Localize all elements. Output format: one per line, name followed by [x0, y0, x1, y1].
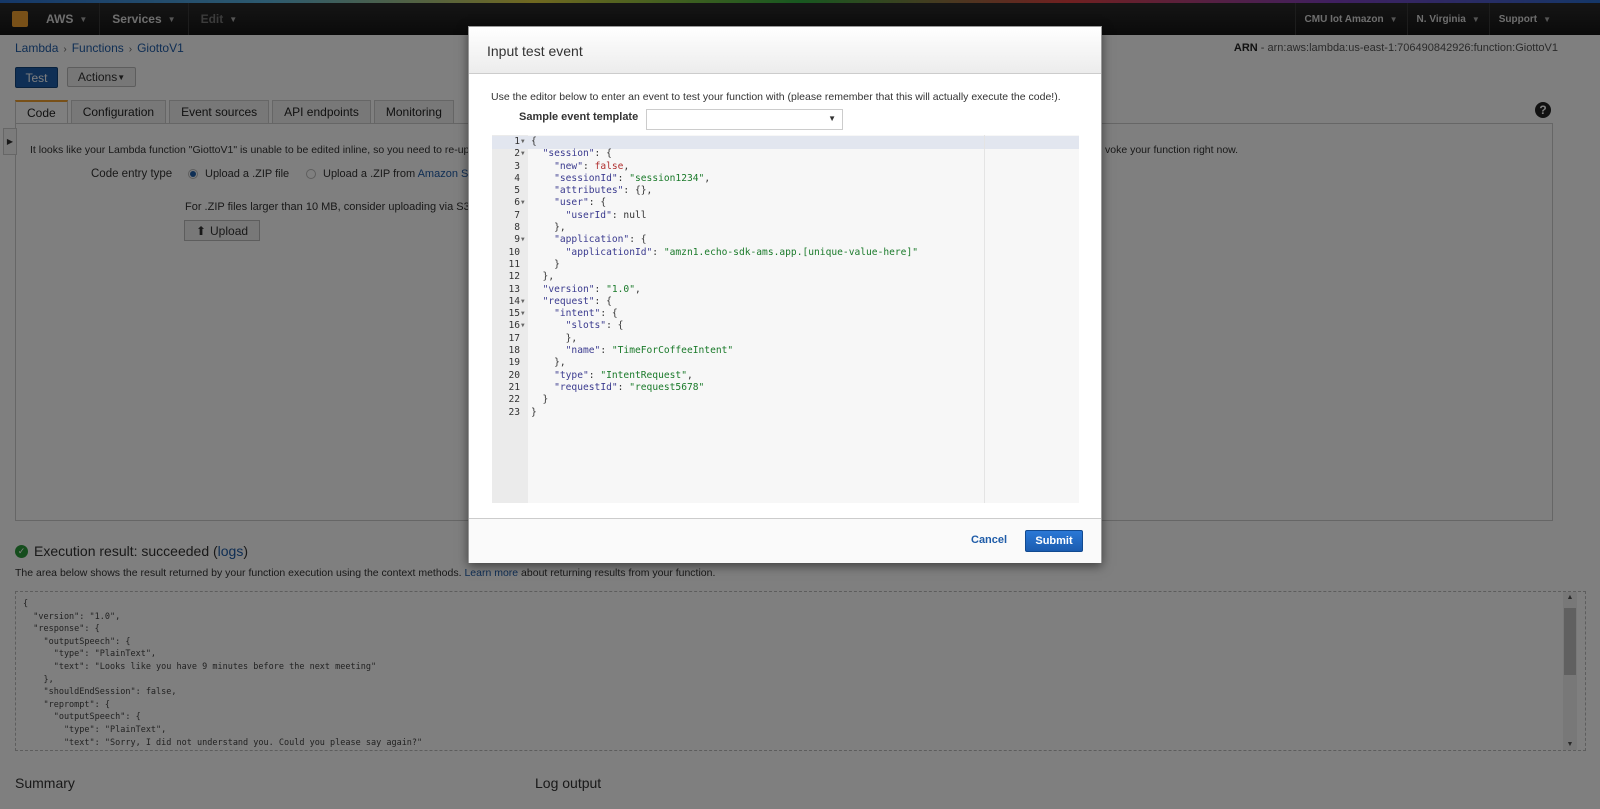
line-number: 9	[514, 234, 520, 246]
code-text: }	[531, 394, 549, 406]
line-number: 11	[508, 258, 520, 270]
line-number: 15	[508, 308, 520, 320]
code-text: "requestId": "request5678"	[554, 381, 705, 393]
line-number: 18	[508, 345, 520, 357]
line-number: 12	[508, 271, 520, 283]
code-text: },	[531, 332, 578, 344]
line-number: 20	[508, 369, 520, 381]
line-number: 17	[508, 332, 520, 344]
line-number: 6	[514, 197, 520, 209]
line-number: 23	[508, 406, 520, 418]
code-line: 15 ▼ "intent": {	[492, 308, 1079, 320]
code-text: },	[531, 222, 566, 234]
code-text: {	[531, 136, 537, 147]
code-text: "attributes": {},	[554, 185, 653, 197]
fold-arrow-icon[interactable]: ▼	[521, 197, 525, 209]
code-line: 14 ▼ "request": {	[492, 296, 1079, 308]
code-lines: 1 ▼{2 ▼ "session": {3 "new": false, 4 "sess…	[492, 136, 1079, 419]
code-text: "intent": {	[554, 308, 618, 320]
line-number: 19	[508, 357, 520, 369]
line-number: 22	[508, 394, 520, 406]
fold-arrow-icon[interactable]: ▼	[521, 148, 525, 160]
code-text: "type": "IntentRequest",	[554, 369, 693, 381]
code-line: 3 "new": false,	[492, 161, 1079, 173]
code-line: 2 ▼ "session": {	[492, 148, 1079, 160]
line-number: 3	[514, 160, 520, 172]
code-line: 20 "type": "IntentRequest",	[492, 370, 1079, 382]
code-line: 5 "attributes": {},	[492, 185, 1079, 197]
code-line: 21 "requestId": "request5678"	[492, 382, 1079, 394]
line-number: 5	[514, 185, 520, 197]
line-number: 16	[508, 320, 520, 332]
code-text: },	[531, 357, 566, 369]
modal-description: Use the editor below to enter an event t…	[491, 91, 1061, 103]
code-line: 13 "version": "1.0",	[492, 284, 1079, 296]
code-line: 12 },	[492, 271, 1079, 283]
line-number: 1	[514, 136, 520, 147]
modal-footer: Cancel Submit	[469, 518, 1101, 563]
submit-button[interactable]: Submit	[1025, 530, 1083, 552]
code-line: 16 ▼ "slots": {	[492, 320, 1079, 332]
line-number: 2	[514, 148, 520, 160]
input-test-event-modal: Input test event Use the editor below to…	[468, 26, 1102, 563]
code-text: "session": {	[542, 148, 612, 160]
code-line: 19 },	[492, 357, 1079, 369]
code-line: 22 }	[492, 394, 1079, 406]
code-text: "request": {	[542, 295, 612, 307]
fold-arrow-icon[interactable]: ▼	[521, 136, 525, 148]
code-line: 1 ▼ {	[492, 136, 1079, 148]
code-text: "applicationId": "amzn1.echo-sdk-ams.app…	[565, 246, 919, 258]
code-text: "sessionId": "session1234",	[554, 172, 711, 184]
code-line: 17 },	[492, 333, 1079, 345]
code-text: "version": "1.0",	[542, 283, 641, 295]
code-text: }	[531, 406, 537, 418]
code-text: },	[531, 271, 555, 283]
sample-template-select[interactable]: ▼	[646, 109, 843, 130]
code-line: 6 ▼ "user": {	[492, 197, 1079, 209]
modal-title: Input test event	[469, 27, 1101, 74]
code-line: 8 },	[492, 222, 1079, 234]
code-text: "slots": {	[565, 320, 624, 332]
fold-arrow-icon[interactable]: ▼	[521, 308, 525, 320]
fold-arrow-icon[interactable]: ▼	[521, 234, 525, 246]
cancel-button[interactable]: Cancel	[971, 534, 1007, 546]
line-number: 7	[514, 209, 520, 221]
line-number: 8	[514, 222, 520, 234]
line-number: 21	[508, 381, 520, 393]
code-line: 9 ▼ "application": {	[492, 234, 1079, 246]
code-text: "userId": null	[565, 209, 647, 221]
code-line: 7 "userId": null	[492, 210, 1079, 222]
line-number: 10	[508, 246, 520, 258]
code-text: "application": {	[554, 234, 647, 246]
code-line: 10 "applicationId": "amzn1.echo-sdk-ams.…	[492, 247, 1079, 259]
line-number: 4	[514, 172, 520, 184]
line-number: 14	[508, 295, 520, 307]
code-line: 4 "sessionId": "session1234",	[492, 173, 1079, 185]
code-text: "new": false,	[554, 160, 630, 172]
code-line: 11 }	[492, 259, 1079, 271]
code-text: }	[531, 258, 560, 270]
dropdown-arrow-icon: ▼	[828, 114, 836, 123]
line-number: 13	[508, 283, 520, 295]
event-code-editor[interactable]: 1 ▼{2 ▼ "session": {3 "new": false, 4 "sess…	[492, 135, 1079, 503]
fold-arrow-icon[interactable]: ▼	[521, 296, 525, 308]
code-text: "name": "TimeForCoffeeIntent"	[565, 345, 734, 357]
code-line: 23}	[492, 407, 1079, 419]
fold-arrow-icon[interactable]: ▼	[521, 320, 525, 332]
sample-template-label: Sample event template	[519, 111, 639, 123]
code-line: 18 "name": "TimeForCoffeeIntent"	[492, 345, 1079, 357]
code-text: "user": {	[554, 197, 607, 209]
